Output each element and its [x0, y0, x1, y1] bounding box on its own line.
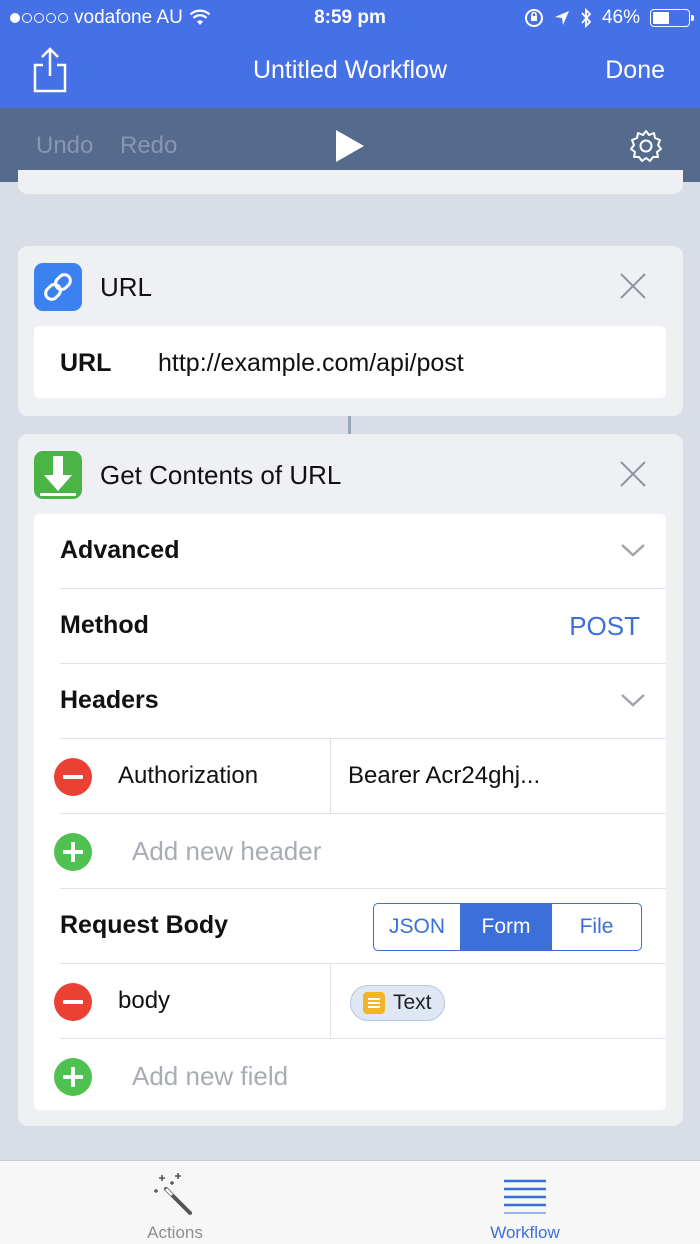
chevron-down-icon[interactable] — [620, 692, 646, 708]
request-body-row: Request Body JSON Form File — [34, 889, 666, 964]
redo-button[interactable]: Redo — [120, 132, 177, 160]
body-type-segmented-control[interactable]: JSON Form File — [373, 903, 642, 951]
add-field-icon[interactable] — [54, 1058, 92, 1096]
advanced-label: Advanced — [60, 536, 180, 564]
url-field-label: URL — [60, 349, 112, 377]
status-bar: vodafone AU 8:59 pm 46% — [0, 0, 700, 36]
url-action-card[interactable]: URL URL http://example.com/api/post — [18, 246, 683, 416]
navigation-bar: Untitled Workflow Done — [0, 36, 700, 108]
tab-actions-label: Actions — [147, 1223, 203, 1242]
tab-workflow[interactable]: Workflow — [350, 1161, 700, 1244]
close-icon[interactable] — [619, 272, 647, 300]
tab-actions[interactable]: Actions — [0, 1161, 350, 1244]
tab-bar: Actions Workflow — [0, 1160, 700, 1244]
headers-label: Headers — [60, 686, 159, 714]
get-contents-header: Get Contents of URL — [18, 434, 683, 514]
get-contents-parameters: Advanced Method POST Headers Authorizati… — [34, 514, 666, 1110]
close-icon[interactable] — [619, 460, 647, 488]
tab-workflow-label: Workflow — [490, 1223, 560, 1242]
play-icon[interactable] — [334, 128, 366, 164]
magic-wand-icon — [154, 1173, 192, 1215]
url-field[interactable]: URL http://example.com/api/post — [34, 326, 666, 398]
url-action-title: URL — [100, 272, 153, 302]
gear-icon[interactable] — [628, 128, 664, 164]
form-field-row: body Text — [34, 964, 666, 1039]
download-arrow-icon — [34, 451, 82, 499]
add-header-placeholder[interactable]: Add new header — [132, 836, 321, 867]
rotation-lock-icon — [524, 9, 543, 27]
header-value[interactable]: Bearer Acr24ghj... — [348, 762, 540, 790]
headers-row[interactable]: Headers — [34, 664, 666, 739]
token-label: Text — [393, 991, 432, 1014]
header-key[interactable]: Authorization — [118, 762, 258, 790]
text-variable-token[interactable]: Text — [350, 985, 445, 1021]
request-body-label: Request Body — [60, 911, 229, 939]
add-header-icon[interactable] — [54, 833, 92, 871]
location-icon — [554, 11, 569, 25]
get-contents-title: Get Contents of URL — [100, 460, 342, 490]
action-connector — [348, 416, 351, 434]
bluetooth-icon — [581, 8, 592, 28]
header-entry-row: Authorization Bearer Acr24ghj... — [34, 739, 666, 814]
chevron-down-icon[interactable] — [620, 542, 646, 558]
remove-header-icon[interactable] — [54, 758, 92, 796]
url-field-value[interactable]: http://example.com/api/post — [158, 349, 464, 378]
workflow-title[interactable]: Untitled Workflow — [0, 56, 700, 85]
battery-icon — [650, 9, 694, 27]
add-field-row[interactable]: Add new field — [34, 1039, 666, 1114]
body-type-file[interactable]: File — [552, 904, 641, 950]
body-type-json[interactable]: JSON — [374, 904, 461, 950]
advanced-row[interactable]: Advanced — [34, 514, 666, 589]
undo-button[interactable]: Undo — [36, 132, 93, 160]
battery-percent: 46% — [601, 7, 640, 28]
list-icon — [504, 1179, 546, 1214]
link-icon — [34, 263, 82, 311]
method-label: Method — [60, 611, 149, 639]
text-document-icon — [363, 992, 385, 1014]
method-row[interactable]: Method POST — [34, 589, 666, 664]
field-key[interactable]: body — [118, 987, 170, 1015]
method-value[interactable]: POST — [569, 611, 640, 642]
body-type-form[interactable]: Form — [461, 904, 552, 950]
top-bar: vodafone AU 8:59 pm 46% Untitled Workflo… — [0, 0, 700, 108]
add-header-row[interactable]: Add new header — [34, 814, 666, 889]
get-contents-action-card[interactable]: Get Contents of URL Advanced Method POST… — [18, 434, 683, 1126]
url-action-header: URL — [18, 246, 683, 326]
previous-action-card — [18, 170, 683, 194]
add-field-placeholder[interactable]: Add new field — [132, 1061, 288, 1092]
remove-field-icon[interactable] — [54, 983, 92, 1021]
done-button[interactable]: Done — [605, 56, 665, 85]
